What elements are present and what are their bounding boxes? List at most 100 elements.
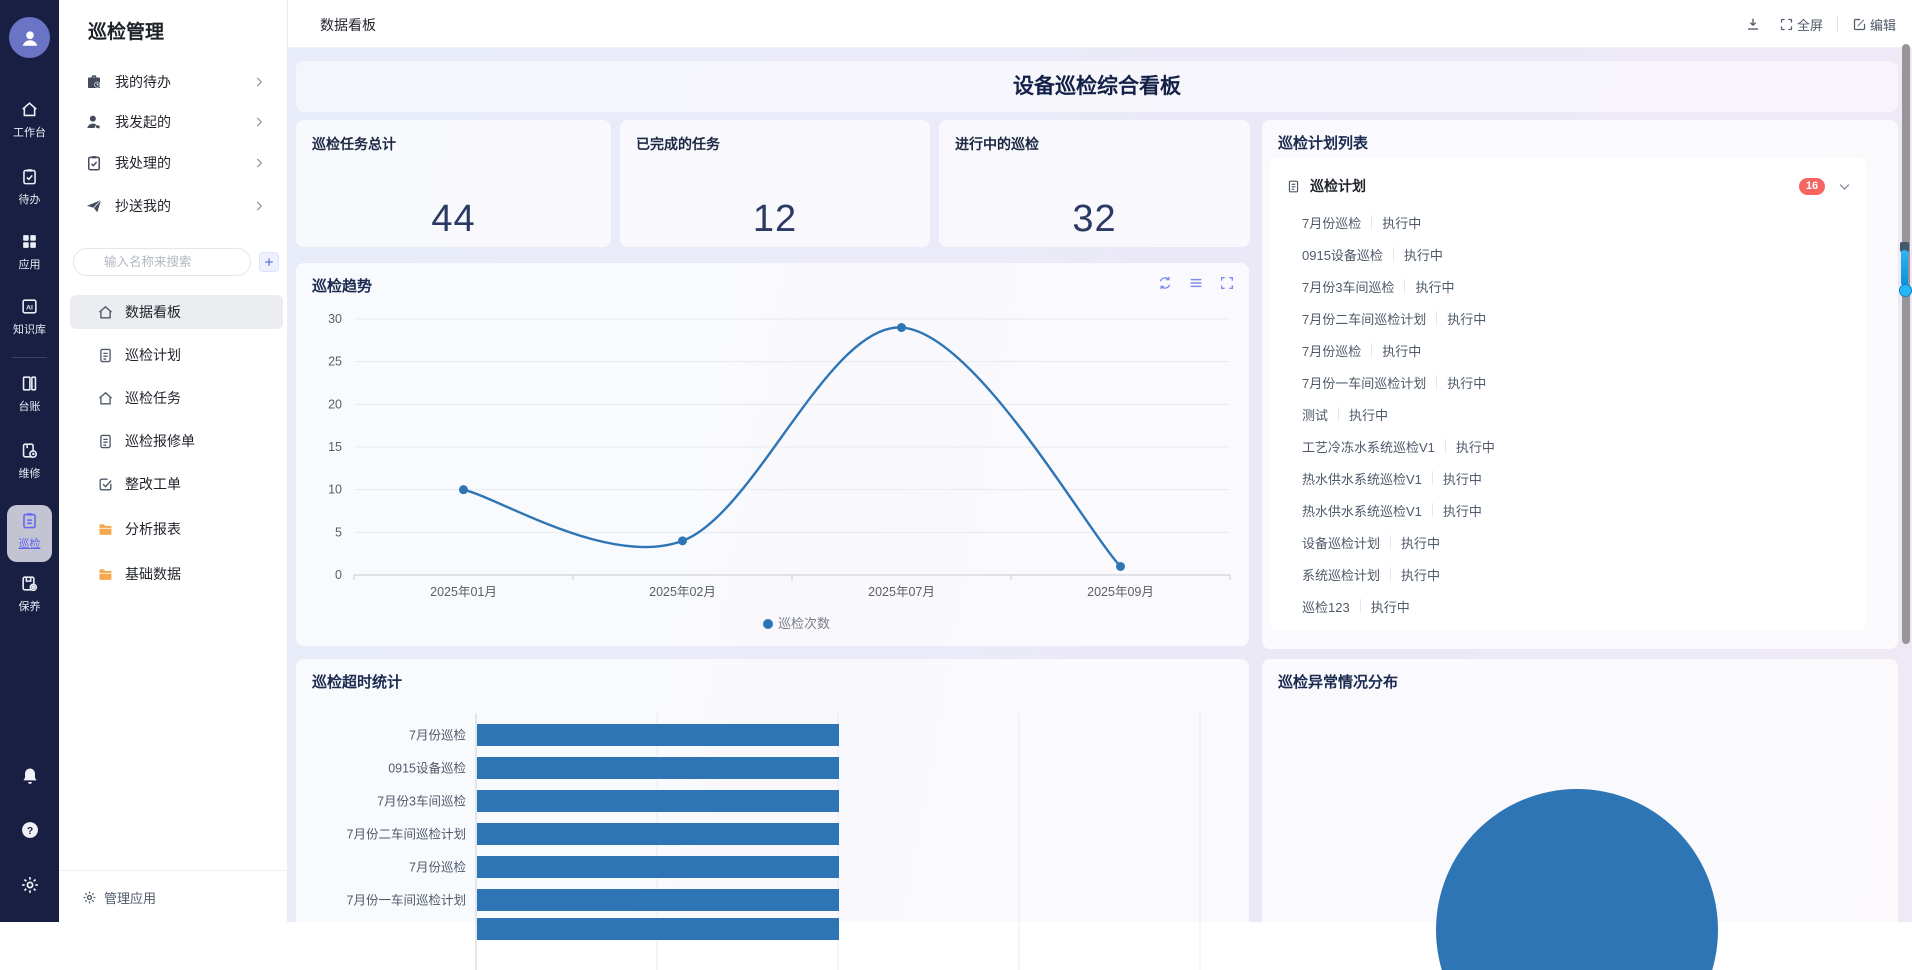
plan-name: 7月份一车间巡检计划 <box>1302 373 1426 392</box>
plan-list-item[interactable]: 工艺冷冻水系统巡检V1执行中 <box>1270 430 1866 462</box>
sidebar-item-巡检报修单[interactable]: 巡检报修单 <box>70 424 283 458</box>
fullscreen-button[interactable]: 全屏 <box>1779 15 1823 34</box>
plan-group-header[interactable]: 巡检计划 16 <box>1286 168 1852 204</box>
anomaly-chart-card: 巡检异常情况分布 <box>1262 659 1898 970</box>
plan-list-item[interactable]: 巡检123执行中 <box>1270 590 1866 622</box>
plan-status: 执行中 <box>1443 469 1482 488</box>
plan-name: 7月份3车间巡检 <box>1302 277 1394 296</box>
plan-list-item[interactable]: 7月份二车间巡检计划执行中 <box>1270 302 1866 334</box>
folder-icon <box>97 566 114 583</box>
expand-icon[interactable] <box>1219 275 1235 291</box>
dashboard-title: 设备巡检综合看板 <box>296 61 1898 112</box>
scrollbar-thumb[interactable] <box>1902 44 1910 644</box>
anomaly-chart-svg <box>1262 659 1898 970</box>
page-title: 数据看板 <box>320 15 376 35</box>
svg-text:20: 20 <box>328 397 342 411</box>
plan-list-item[interactable]: 设备巡检计划执行中 <box>1270 526 1866 558</box>
search-input[interactable] <box>73 248 251 276</box>
add-button[interactable] <box>259 252 279 272</box>
plan-separator <box>1390 567 1391 581</box>
plan-separator <box>1445 439 1446 453</box>
svg-text:15: 15 <box>328 440 342 454</box>
chevron-right-icon <box>252 156 266 170</box>
plan-separator <box>1404 279 1405 293</box>
chevron-down-icon[interactable] <box>1837 179 1852 194</box>
plan-list-item[interactable]: 热水供水系统巡检V1执行中 <box>1270 494 1866 526</box>
plan-list-item[interactable]: 热水供水系统巡检V1 执行中 <box>1270 462 1866 494</box>
rail-item-保养[interactable]: 保养 <box>0 574 59 614</box>
trend-card-title: 巡检趋势 <box>312 275 372 296</box>
settings-button[interactable] <box>0 875 59 895</box>
sidebar-item-基础数据[interactable]: 基础数据 <box>70 557 283 591</box>
rail-item-知识库[interactable]: AI知识库 <box>0 297 59 337</box>
doc-icon <box>97 433 114 450</box>
svg-text:10: 10 <box>328 483 342 497</box>
plan-list-item[interactable]: 7月份一车间巡检计划执行中 <box>1270 366 1866 398</box>
plan-separator <box>1371 215 1372 229</box>
refresh-icon[interactable] <box>1157 275 1173 291</box>
rail-item-工作台[interactable]: 工作台 <box>0 100 59 140</box>
sidebar-group-我发起的[interactable]: 我发起的 <box>71 104 276 140</box>
overtime-card-title: 巡检超时统计 <box>312 671 402 692</box>
clipboard-check-icon <box>85 154 103 172</box>
rail-item-维修[interactable]: 维修 <box>0 441 59 481</box>
edit-label: 编辑 <box>1870 15 1896 34</box>
stat-card-completed: 已完成的任务 12 <box>620 120 930 247</box>
plan-name: 7月份巡检 <box>1302 341 1361 360</box>
plan-list-item[interactable]: 0915设备巡检执行中 <box>1270 238 1866 270</box>
notifications-button[interactable] <box>0 766 59 786</box>
svg-text:2025年01月: 2025年01月 <box>430 585 497 599</box>
sidebar-group-抄送我的[interactable]: 抄送我的 <box>71 188 276 224</box>
plan-list-item[interactable]: 7月份3车间巡检执行中 <box>1270 270 1866 302</box>
rail-item-待办[interactable]: 待办 <box>0 167 59 207</box>
plan-separator <box>1338 407 1339 421</box>
sidebar-group-我的待办[interactable]: 我的待办 <box>71 64 276 100</box>
rail-item-巡检[interactable]: 巡检 <box>0 511 59 551</box>
plan-list-item[interactable]: 7月份巡检执行中 <box>1270 206 1866 238</box>
topbar-divider <box>1837 16 1838 32</box>
plan-list-item[interactable]: 7月份巡检执行中 <box>1270 334 1866 366</box>
svg-text:7月份二车间巡检计划: 7月份二车间巡检计划 <box>347 827 466 842</box>
plan-name: 热水供水系统巡检V1 <box>1302 469 1422 488</box>
plan-status: 执行中 <box>1443 501 1482 520</box>
stat-label: 巡检任务总计 <box>312 134 396 154</box>
doc-icon <box>97 347 114 364</box>
plan-list-item[interactable]: 测试执行中 <box>1270 398 1866 430</box>
stat-card-total: 巡检任务总计 44 <box>296 120 611 247</box>
help-button[interactable]: ? <box>0 820 59 840</box>
pin-stem <box>1901 250 1908 286</box>
plan-name: 工艺冷冻水系统巡检V1 <box>1302 437 1435 456</box>
plan-status: 执行中 <box>1349 405 1388 424</box>
todo-briefcase-icon <box>85 73 103 91</box>
module-title: 巡检管理 <box>88 17 164 44</box>
plan-status: 执行中 <box>1371 597 1410 616</box>
gear-icon <box>82 890 97 905</box>
sidebar-footer-divider <box>59 870 288 871</box>
plan-list-item[interactable]: 系统巡检计划执行中 <box>1270 558 1866 590</box>
download-icon[interactable] <box>1745 16 1761 32</box>
rail-item-台账[interactable]: 台账 <box>0 374 59 414</box>
plan-list-items: 7月份巡检执行中0915设备巡检执行中7月份3车间巡检执行中7月份二车间巡检计划… <box>1270 206 1866 622</box>
scroll-drag-pin[interactable] <box>1899 242 1910 300</box>
app-rail: 工作台待办应用 AI知识库台账维修巡检保养 ? <box>0 0 59 922</box>
overtime-chart-svg: 7月份巡检0915设备巡检7月份3车间巡检7月份二车间巡检计划7月份巡检7月份一… <box>296 659 1249 970</box>
manage-app-button[interactable]: 管理应用 <box>75 884 156 910</box>
sidebar-item-数据看板[interactable]: 数据看板 <box>70 295 283 329</box>
sidebar-item-巡检计划[interactable]: 巡检计划 <box>70 338 283 372</box>
menu-lines-icon[interactable] <box>1188 275 1204 291</box>
sidebar-item-巡检任务[interactable]: 巡检任务 <box>70 381 283 415</box>
sidebar-item-分析报表[interactable]: 分析报表 <box>70 512 283 546</box>
person-pen-icon <box>85 113 103 131</box>
stat-value: 12 <box>620 198 930 241</box>
svg-text:2025年09月: 2025年09月 <box>1087 585 1154 599</box>
plan-name: 系统巡检计划 <box>1302 565 1380 584</box>
rail-item-应用[interactable]: 应用 <box>0 232 59 272</box>
sidebar-group-我处理的[interactable]: 我处理的 <box>71 145 276 181</box>
avatar[interactable] <box>9 17 50 58</box>
plan-separator <box>1390 535 1391 549</box>
sidebar-item-整改工单[interactable]: 整改工单 <box>70 467 283 501</box>
svg-text:7月份巡检: 7月份巡检 <box>409 728 466 743</box>
plan-status: 执行中 <box>1404 245 1443 264</box>
svg-text:巡检次数: 巡检次数 <box>778 616 830 631</box>
edit-button[interactable]: 编辑 <box>1852 15 1896 34</box>
